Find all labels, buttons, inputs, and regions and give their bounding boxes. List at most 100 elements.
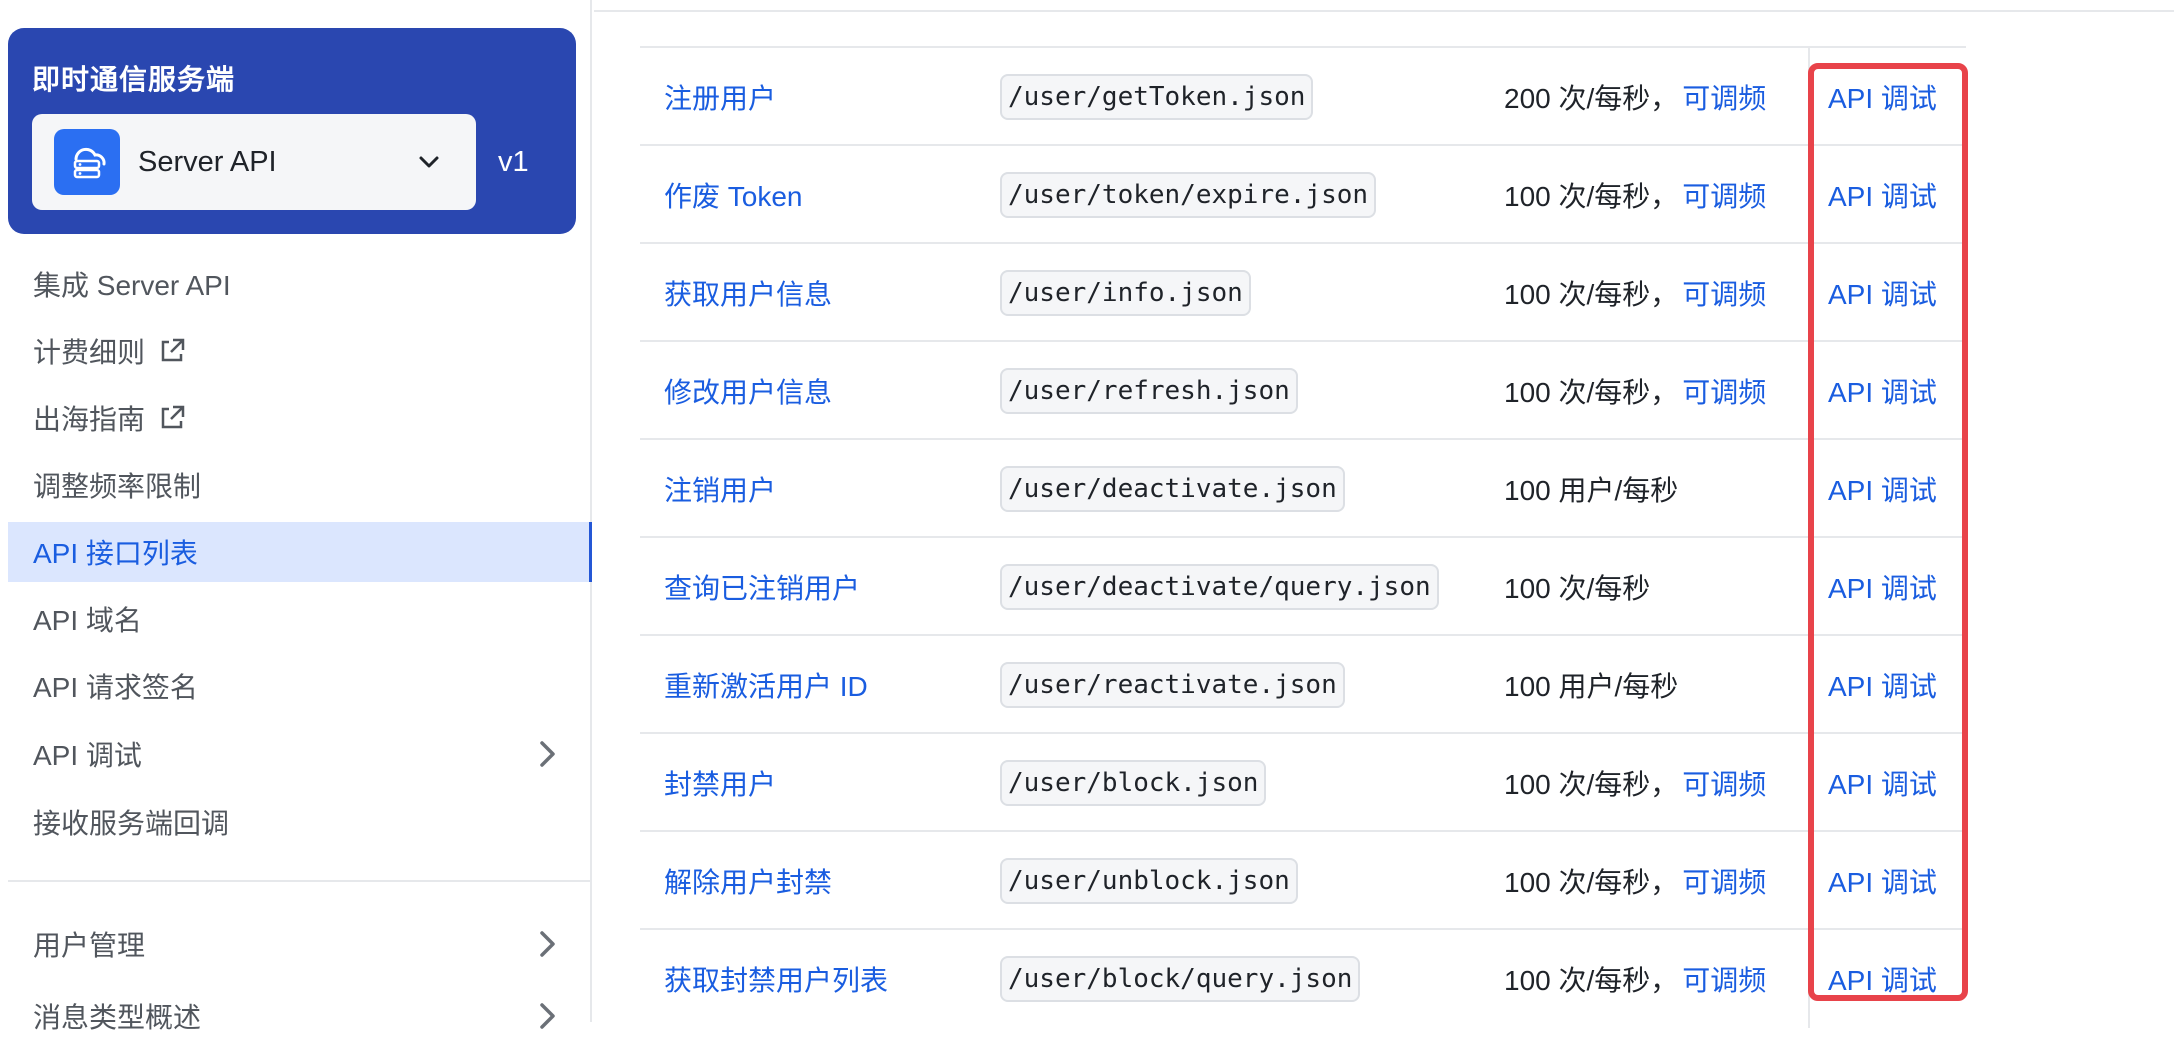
rate-limit-text: 100 次/每秒，	[1504, 377, 1679, 408]
sidebar-item[interactable]: 集成 Server API	[8, 254, 592, 314]
chevron-right-icon[interactable]	[532, 929, 562, 959]
rate-limit-text: 100 用户/每秒	[1504, 671, 1679, 702]
api-debug-link[interactable]: API 调试	[1828, 342, 1937, 440]
version-label[interactable]: v1	[498, 146, 529, 179]
api-name-link[interactable]: 解除用户封禁	[664, 832, 832, 930]
external-link-icon	[157, 336, 187, 366]
sidebar-item[interactable]: API 请求签名	[8, 656, 592, 716]
api-path-cell: /user/block/query.json	[1000, 930, 1361, 1028]
rate-limit-text: 100 次/每秒，	[1504, 867, 1679, 898]
sidebar-item[interactable]: API 接口列表	[8, 522, 592, 582]
column-divider	[1808, 538, 1810, 636]
adjust-rate-link[interactable]: 可调频	[1682, 77, 1766, 117]
api-path: /user/refresh.json	[1000, 368, 1298, 414]
table-row: 解除用户封禁/user/unblock.json 100 次/每秒， 可调频 API …	[640, 830, 1966, 930]
rate-limit-text: 200 次/每秒，	[1504, 83, 1679, 114]
api-name-link[interactable]: 作废 Token	[664, 146, 803, 244]
sidebar-item[interactable]: 出海指南	[8, 388, 592, 448]
api-name-link[interactable]: 修改用户信息	[664, 342, 832, 440]
chevron-down-icon[interactable]	[414, 147, 444, 177]
sidebar-item-label: 接收服务端回调	[33, 808, 230, 839]
api-debug-link[interactable]: API 调试	[1828, 146, 1937, 244]
sidebar-item[interactable]: 消息类型概述	[8, 986, 592, 1046]
product-select-value: Server API	[138, 145, 277, 178]
api-path: /user/block/query.json	[1000, 956, 1361, 1002]
api-path-cell: /user/reactivate.json	[1000, 636, 1345, 734]
rate-limit-text: 100 次/每秒，	[1504, 279, 1679, 310]
adjust-rate-link[interactable]: 可调频	[1682, 371, 1766, 411]
api-debug-link[interactable]: API 调试	[1828, 930, 1937, 1028]
sidebar-item-label: 集成 Server API	[33, 270, 231, 301]
rate-limit-cell: 200 次/每秒， 可调频	[1504, 48, 1766, 146]
sidebar-item[interactable]: 计费细则	[8, 321, 592, 381]
table-row: 查询已注销用户/user/deactivate/query.json 100 次/…	[640, 536, 1966, 636]
sidebar-item-label: API 接口列表	[33, 538, 198, 569]
chevron-right-icon[interactable]	[532, 739, 562, 769]
top-divider	[594, 10, 2174, 12]
api-debug-link[interactable]: API 调试	[1828, 734, 1937, 832]
api-name-link[interactable]: 封禁用户	[664, 734, 776, 832]
adjust-rate-link[interactable]: 可调频	[1682, 861, 1766, 901]
adjust-rate-link[interactable]: 可调频	[1682, 763, 1766, 803]
rate-limit-text: 100 次/每秒，	[1504, 181, 1679, 212]
product-card: 即时通信服务端 Server API v1	[8, 28, 576, 234]
rate-limit-cell: 100 次/每秒， 可调频	[1504, 244, 1766, 342]
adjust-rate-link[interactable]: 可调频	[1682, 959, 1766, 999]
sidebar-item-label: 用户管理	[33, 930, 146, 961]
column-divider	[1808, 244, 1810, 342]
api-path-cell: /user/info.json	[1000, 244, 1251, 342]
api-path-cell: /user/refresh.json	[1000, 342, 1298, 440]
api-name-link[interactable]: 获取用户信息	[664, 244, 832, 342]
column-divider	[1808, 146, 1810, 244]
api-name-link[interactable]: 注销用户	[664, 440, 776, 538]
sidebar-item[interactable]: 调整频率限制	[8, 455, 592, 515]
api-path: /user/reactivate.json	[1000, 662, 1345, 708]
api-path: /user/info.json	[1000, 270, 1251, 316]
rate-limit-cell: 100 次/每秒， 可调频	[1504, 832, 1766, 930]
sidebar-item-label: 调整频率限制	[33, 471, 202, 502]
chevron-right-icon[interactable]	[532, 1001, 562, 1031]
rate-limit-cell: 100 次/每秒	[1504, 538, 1650, 636]
api-path-cell: /user/block.json	[1000, 734, 1267, 832]
api-path-cell: /user/deactivate/query.json	[1000, 538, 1439, 636]
rate-limit-text: 100 次/每秒，	[1504, 965, 1679, 996]
nav-divider	[8, 880, 592, 882]
table-row: 注销用户/user/deactivate.json 100 用户/每秒 API 调试	[640, 438, 1966, 538]
column-divider	[1808, 734, 1810, 832]
adjust-rate-link[interactable]: 可调频	[1682, 175, 1766, 215]
api-name-link[interactable]: 重新激活用户 ID	[664, 636, 868, 734]
api-name-link[interactable]: 查询已注销用户	[664, 538, 860, 636]
rate-limit-cell: 100 用户/每秒	[1504, 636, 1678, 734]
rate-limit-cell: 100 次/每秒， 可调频	[1504, 146, 1766, 244]
api-debug-link[interactable]: API 调试	[1828, 440, 1937, 538]
product-select[interactable]: Server API	[32, 114, 476, 210]
sidebar-item[interactable]: API 域名	[8, 589, 592, 649]
api-path: /user/getToken.json	[1000, 74, 1314, 120]
sidebar-item[interactable]: 用户管理	[8, 914, 592, 974]
api-debug-link[interactable]: API 调试	[1828, 244, 1937, 342]
table-row: 修改用户信息/user/refresh.json 100 次/每秒， 可调频 API …	[640, 340, 1966, 440]
rate-limit-cell: 100 次/每秒， 可调频	[1504, 342, 1766, 440]
external-link-icon	[157, 403, 187, 433]
column-divider	[1808, 342, 1810, 440]
sidebar-item[interactable]: API 调试	[8, 724, 592, 784]
column-divider	[1808, 440, 1810, 538]
rate-limit-text: 100 次/每秒	[1504, 573, 1651, 604]
api-name-link[interactable]: 获取封禁用户列表	[664, 930, 888, 1028]
api-path-cell: /user/getToken.json	[1000, 48, 1314, 146]
api-debug-link[interactable]: API 调试	[1828, 636, 1937, 734]
api-debug-link[interactable]: API 调试	[1828, 538, 1937, 636]
rate-limit-text: 100 次/每秒，	[1504, 769, 1679, 800]
rate-limit-text: 100 用户/每秒	[1504, 475, 1679, 506]
api-debug-link[interactable]: API 调试	[1828, 48, 1937, 146]
api-name-link[interactable]: 注册用户	[664, 48, 776, 146]
adjust-rate-link[interactable]: 可调频	[1682, 273, 1766, 313]
sidebar-item-label: 消息类型概述	[33, 1002, 202, 1033]
sidebar-item[interactable]: 接收服务端回调	[8, 792, 592, 852]
product-title: 即时通信服务端	[32, 64, 236, 95]
sidebar-item-label: 计费细则	[33, 337, 146, 368]
rate-limit-cell: 100 次/每秒， 可调频	[1504, 930, 1766, 1028]
rate-limit-cell: 100 次/每秒， 可调频	[1504, 734, 1766, 832]
api-debug-link[interactable]: API 调试	[1828, 832, 1937, 930]
table-row: 获取用户信息/user/info.json 100 次/每秒， 可调频 API 调试	[640, 242, 1966, 342]
